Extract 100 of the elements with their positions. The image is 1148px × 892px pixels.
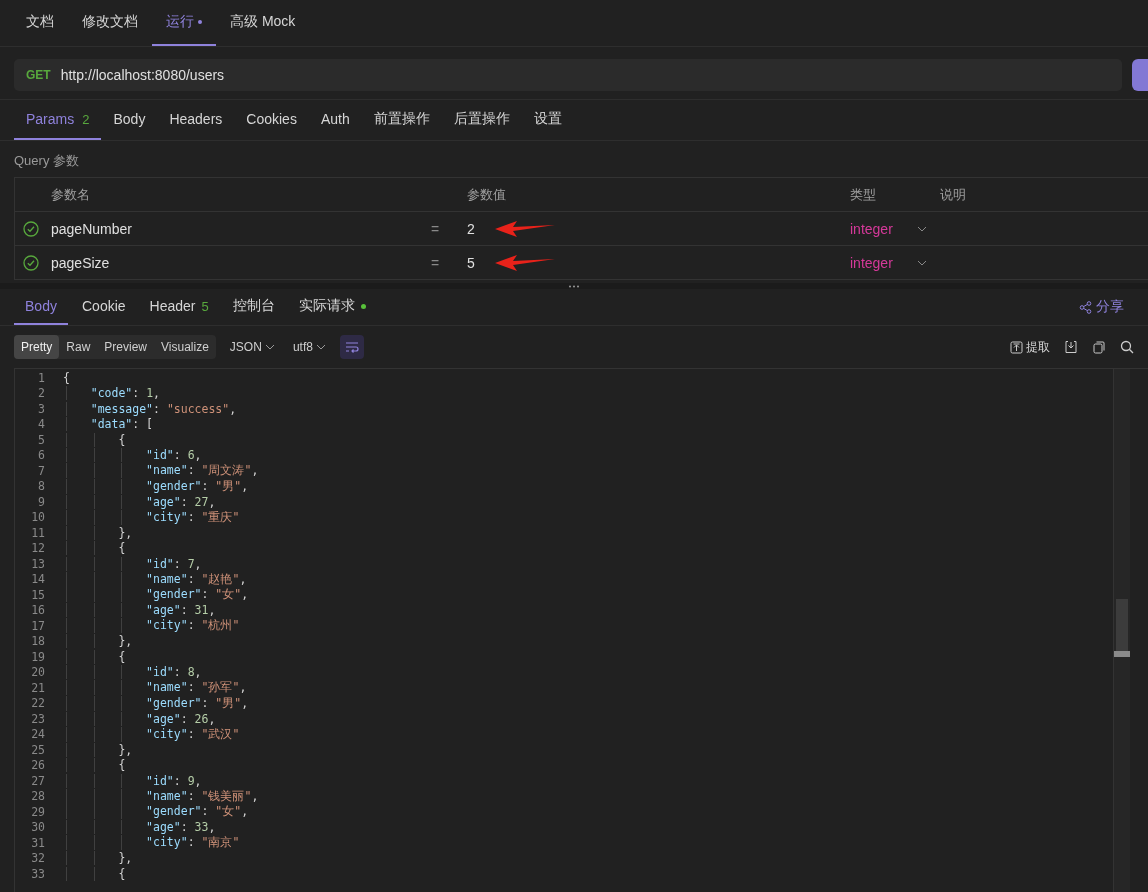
chevron-down-icon [264, 344, 275, 350]
code-line: "age": 31, [63, 603, 216, 618]
scrollbar[interactable] [1113, 369, 1130, 892]
format-dropdown[interactable]: JSON [225, 340, 279, 354]
code-line: "name": "钱美丽", [63, 788, 259, 804]
line-number: 15 [30, 587, 46, 602]
code-line: "name": "赵艳", [63, 571, 247, 587]
line-number: 19 [30, 649, 46, 664]
code-line: "gender": "男", [63, 478, 249, 494]
line-number: 10 [30, 510, 46, 525]
request-tab[interactable]: 前置操作 [361, 100, 442, 140]
doc-tab[interactable]: 文档 [12, 0, 68, 46]
doc-tab[interactable]: 修改文档 [68, 0, 152, 46]
param-value: 2 [467, 220, 475, 237]
download-icon[interactable] [1064, 340, 1078, 354]
send-button[interactable] [1132, 59, 1148, 91]
line-number: 20 [30, 665, 46, 680]
response-tab[interactable]: Header 5 [139, 289, 219, 325]
line-number: 14 [30, 572, 46, 587]
line-number: 5 [37, 432, 46, 447]
wrap-icon [344, 341, 359, 353]
request-tab[interactable]: 后置操作 [441, 100, 522, 140]
line-number: 24 [30, 727, 46, 742]
word-wrap-button[interactable] [339, 335, 364, 359]
line-number: 26 [30, 758, 46, 773]
view-mode-tab[interactable]: Preview [97, 335, 155, 359]
request-tab[interactable]: Body [101, 100, 158, 140]
line-number: 6 [37, 448, 46, 463]
code-line: "age": 27, [63, 494, 216, 509]
code-line: "code": 1, [63, 386, 160, 401]
code-line: "id": 8, [63, 665, 202, 680]
doc-tab[interactable]: 高级 Mock [216, 0, 310, 46]
response-tab[interactable]: Body [14, 289, 68, 325]
arrow-icon [494, 219, 555, 238]
check-circle-icon[interactable] [23, 254, 39, 271]
code-line: { [63, 866, 126, 881]
code-line: "gender": "女", [63, 587, 249, 603]
request-tab[interactable]: Auth [308, 100, 362, 140]
code-line: { [63, 758, 126, 773]
request-tab[interactable]: Cookies [234, 100, 309, 140]
column-header: 参数值 [467, 185, 507, 204]
line-number: 31 [30, 835, 46, 850]
encoding-dropdown[interactable]: utf8 [288, 340, 330, 354]
chevron-down-icon [916, 259, 927, 266]
response-tab[interactable]: Cookie [72, 289, 136, 325]
response-tab[interactable]: 控制台 [222, 289, 285, 325]
line-number: 33 [30, 866, 46, 881]
check-circle-icon[interactable] [23, 220, 39, 237]
param-value: 5 [467, 254, 475, 271]
code-line: { [63, 370, 70, 385]
view-mode-tab[interactable]: Visualize [154, 335, 216, 359]
equals-sign: = [431, 254, 441, 271]
line-number: 18 [30, 634, 46, 649]
code-line: "id": 6, [63, 448, 202, 463]
chevron-down-icon [315, 344, 326, 350]
url-field[interactable]: GET http://localhost:8080/users [14, 59, 1122, 91]
param-type[interactable]: integer [850, 220, 893, 237]
line-number: 1 [37, 370, 46, 385]
line-number: 13 [30, 556, 46, 571]
line-number: 30 [30, 820, 46, 835]
response-tab[interactable]: 实际请求 [288, 289, 376, 325]
line-number: 4 [37, 417, 46, 432]
line-number: 7 [37, 463, 46, 478]
equals-sign: = [431, 220, 441, 237]
code-line: "name": "孙军", [63, 680, 247, 696]
param-type[interactable]: integer [850, 254, 893, 271]
search-icon[interactable] [1120, 340, 1134, 354]
code-line: { [63, 541, 126, 556]
code-line: "name": "周文涛", [63, 463, 259, 479]
extract-button[interactable]: 提取 [1010, 338, 1050, 356]
chevron-down-icon [916, 225, 927, 232]
line-number: 3 [37, 401, 46, 416]
column-header: 类型 [850, 185, 877, 204]
line-number: 22 [30, 696, 46, 711]
code-line: "city": "南京" [63, 835, 240, 851]
line-number: 12 [30, 541, 46, 556]
view-mode-tab[interactable]: Raw [59, 335, 98, 359]
share-button[interactable]: 分享 [1073, 297, 1130, 317]
code-line: "city": "杭州" [63, 618, 240, 634]
request-tab[interactable]: Headers [157, 100, 235, 140]
param-name: pageNumber [51, 220, 133, 237]
code-line: }, [63, 851, 133, 866]
code-line: }, [63, 634, 133, 649]
line-number: 2 [37, 386, 46, 401]
line-number: 21 [30, 680, 46, 695]
param-name: pageSize [51, 254, 111, 271]
arrow-icon [494, 253, 555, 272]
code-line: "gender": "女", [63, 804, 249, 820]
copy-icon[interactable] [1092, 340, 1106, 354]
view-mode-tab[interactable]: Pretty [14, 335, 60, 359]
line-number: 17 [30, 618, 46, 633]
code-line: "city": "武汉" [63, 726, 240, 742]
drag-handle-icon[interactable] [568, 284, 580, 288]
line-number: 16 [30, 603, 46, 618]
line-number: 27 [30, 773, 46, 788]
request-tab[interactable]: Params 2 [14, 100, 102, 140]
code-line: "gender": "男", [63, 695, 249, 711]
share-icon [1079, 300, 1092, 314]
doc-tab[interactable]: 运行 [152, 0, 216, 46]
request-tab[interactable]: 设置 [521, 100, 574, 140]
